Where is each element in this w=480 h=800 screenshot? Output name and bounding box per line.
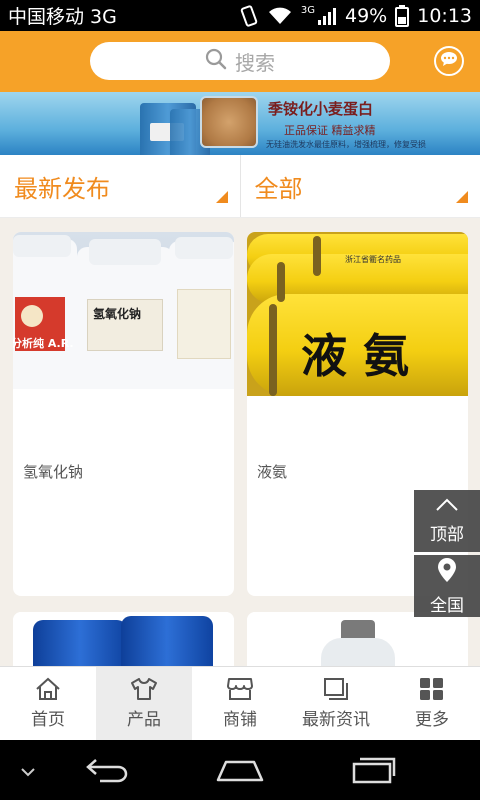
product-image: 分析纯 A.R. 氢氧化钠 (13, 232, 234, 389)
tank-big-text: 液 氨 (301, 329, 410, 383)
nav-item-more[interactable]: 更多 (384, 667, 480, 740)
wifi-icon (267, 6, 293, 26)
tank-label: 浙江省衢名药品 (345, 255, 401, 264)
bottom-nav: 首页 产品 商铺 最新资讯 更多 (0, 666, 480, 740)
vibrate-icon (239, 4, 259, 27)
signal-icon (317, 6, 337, 26)
nav-item-home[interactable]: 首页 (0, 667, 96, 740)
nav-label: 最新资讯 (302, 710, 370, 730)
home-icon (35, 677, 61, 701)
nav-item-shops[interactable]: 商铺 (192, 667, 288, 740)
location-pin-icon (437, 557, 457, 588)
category-filter-label: 全部 (254, 174, 303, 203)
dropdown-corner-icon (456, 191, 468, 203)
battery-level: 49% (345, 4, 388, 27)
nav-label: 产品 (127, 710, 161, 730)
product-image (247, 612, 468, 672)
recent-apps-icon[interactable] (350, 754, 398, 788)
shop-icon (226, 677, 254, 701)
search-placeholder: 搜索 (235, 50, 275, 75)
bottle-label: 氢氧化钠 (93, 307, 142, 321)
product-name: 液氨 (257, 463, 288, 481)
search-input[interactable]: 搜索 (90, 42, 390, 80)
news-icon (322, 677, 350, 701)
promo-banner[interactable]: 季铵化小麦蛋白 正品保证 精益求精 无硅油洗发水最佳原料，增强梳理，修复受损 (0, 92, 480, 155)
status-bar: 中国移动 3G 3G 49% 10:13 (0, 0, 480, 31)
battery-charging-icon (395, 4, 410, 27)
chevron-up-icon (435, 497, 459, 517)
brand-label: 分析纯 A.R. (13, 337, 74, 350)
category-filter-dropdown[interactable]: 全部 (239, 155, 480, 217)
app-header: 搜索 (0, 31, 480, 92)
hide-keyboard-chevron-icon[interactable] (20, 762, 36, 781)
nav-label: 商铺 (223, 710, 257, 730)
banner-title: 季铵化小麦蛋白 (268, 100, 374, 118)
message-button[interactable] (434, 46, 464, 76)
nav-label: 更多 (415, 710, 449, 730)
chat-bubble-icon (440, 51, 458, 71)
grid-icon (419, 677, 445, 701)
filter-bar: 最新发布 全部 (0, 155, 480, 218)
nav-label: 首页 (31, 710, 65, 730)
back-icon[interactable] (84, 756, 130, 788)
product-card[interactable]: 分析纯 A.R. 氢氧化钠 氢氧化钠 (13, 232, 234, 596)
back-to-top-button[interactable]: 顶部 (414, 490, 480, 552)
search-icon (205, 48, 227, 75)
dropdown-corner-icon (215, 191, 228, 203)
nav-item-products[interactable]: 产品 (96, 667, 192, 740)
system-nav-bar (0, 740, 480, 800)
product-image (13, 612, 234, 672)
product-sample-image (200, 96, 258, 148)
back-to-top-label: 顶部 (430, 525, 464, 545)
shirt-icon (130, 677, 158, 701)
nav-item-news[interactable]: 最新资讯 (288, 667, 384, 740)
product-name: 氢氧化钠 (23, 463, 84, 481)
sort-filter-label: 最新发布 (14, 174, 110, 203)
carrier-label: 中国移动 3G (8, 6, 117, 28)
product-image: 浙江省衢名药品 液 氨 (247, 232, 468, 396)
region-label: 全国 (430, 595, 464, 616)
product-grid: 分析纯 A.R. 氢氧化钠 氢氧化钠 浙江省衢名药品 液 氨 液氨 (0, 218, 480, 692)
banner-subtitle: 正品保证 精益求精 (284, 124, 376, 137)
region-button[interactable]: 全国 (414, 555, 480, 617)
home-button-icon[interactable] (214, 756, 266, 788)
network-type: 3G (300, 5, 315, 16)
sort-filter-dropdown[interactable]: 最新发布 (0, 155, 240, 217)
clock: 10:13 (417, 4, 472, 27)
banner-tagline: 无硅油洗发水最佳原料，增强梳理，修复受损 (266, 140, 426, 149)
